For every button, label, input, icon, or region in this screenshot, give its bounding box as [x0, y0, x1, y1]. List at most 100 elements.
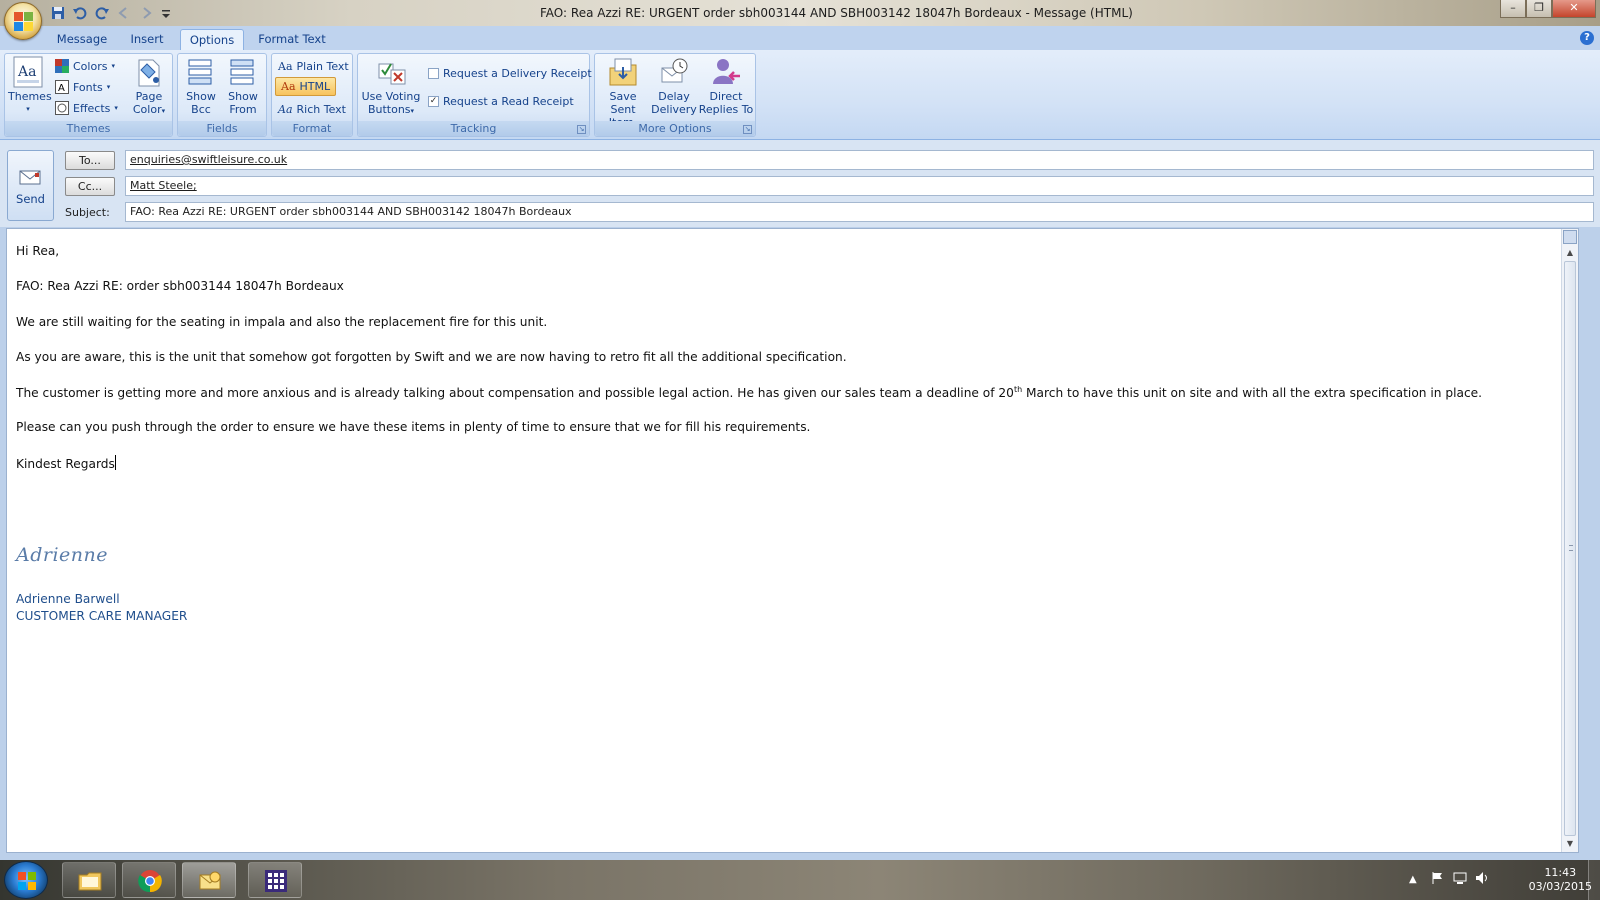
- html-format-button[interactable]: Aa HTML: [275, 77, 337, 96]
- tab-format-text[interactable]: Format Text: [252, 29, 332, 50]
- fields-group: Show Bcc Show From Fields: [177, 53, 267, 137]
- fonts-button[interactable]: A Fonts ▾: [55, 78, 110, 96]
- save-sent-item-button[interactable]: Save Sent Item▾: [597, 56, 649, 131]
- taskbar-chrome[interactable]: [122, 862, 176, 898]
- show-from-button[interactable]: Show From: [224, 56, 262, 116]
- redo-icon[interactable]: [94, 5, 110, 21]
- chrome-icon: [138, 869, 162, 893]
- themes-group-label: Themes: [5, 121, 172, 136]
- folder-icon: [78, 869, 102, 893]
- effects-button[interactable]: Effects ▾: [55, 99, 118, 117]
- quick-access-toolbar: [50, 4, 176, 22]
- outlook-icon: [198, 869, 222, 893]
- scroll-thumb[interactable]: [1564, 261, 1576, 836]
- page-color-icon: [133, 56, 165, 88]
- message-body[interactable]: Hi Rea, FAO: Rea Azzi RE: order sbh00314…: [6, 228, 1579, 853]
- to-field[interactable]: enquiries@swiftleisure.co.uk: [125, 150, 1594, 170]
- window-title: FAO: Rea Azzi RE: URGENT order sbh003144…: [540, 6, 1133, 20]
- office-button[interactable]: [4, 2, 42, 40]
- tab-options[interactable]: Options: [180, 29, 244, 50]
- themes-button[interactable]: Aa Themes ▾: [8, 56, 52, 116]
- help-icon[interactable]: ?: [1580, 31, 1594, 45]
- message-header: Send To... enquiries@swiftleisure.co.uk …: [0, 140, 1600, 227]
- cc-recipient[interactable]: Matt Steele;: [130, 179, 197, 192]
- taskbar: ▲ 11:43 03/03/2015: [0, 860, 1600, 900]
- taskbar-outlook[interactable]: [182, 862, 236, 898]
- save-icon[interactable]: [50, 5, 66, 21]
- body-line-2: We are still waiting for the seating in …: [16, 315, 548, 329]
- direct-replies-button[interactable]: Direct Replies To: [698, 56, 754, 116]
- office-logo-icon: [14, 12, 34, 32]
- page-color-button[interactable]: Page Color▾: [128, 56, 170, 118]
- scroll-up-icon[interactable]: ▲: [1565, 249, 1575, 257]
- taskbar-windows-explorer[interactable]: [62, 862, 116, 898]
- fonts-icon: A: [55, 80, 69, 94]
- ribbon: Aa Themes ▾ Colors ▾ A Fonts ▾ Effects ▾ Pa…: [0, 50, 1600, 140]
- rich-text-button[interactable]: Aa Rich Text: [278, 100, 346, 118]
- plain-text-button[interactable]: Aa Plain Text: [278, 57, 349, 75]
- body-line-5: Please can you push through the order to…: [16, 420, 811, 434]
- volume-icon[interactable]: [1475, 871, 1489, 888]
- show-hidden-icons-icon[interactable]: ▲: [1409, 874, 1417, 885]
- show-desktop-button[interactable]: [1588, 860, 1600, 900]
- html-format-icon: Aa: [281, 80, 296, 93]
- tracking-group-label: Tracking: [358, 121, 589, 136]
- tab-message[interactable]: Message: [50, 29, 114, 50]
- network-icon[interactable]: [1453, 871, 1467, 888]
- taskbar-other-app[interactable]: [248, 862, 302, 898]
- window-controls: – ❐ ✕: [1500, 0, 1596, 18]
- vertical-scrollbar[interactable]: ▲ ▼: [1561, 229, 1578, 852]
- delay-delivery-button[interactable]: Delay Delivery: [651, 56, 697, 116]
- read-receipt-option[interactable]: ✓ Request a Read Receipt: [428, 92, 574, 110]
- svg-text:A: A: [58, 83, 65, 94]
- themes-icon: Aa: [12, 56, 44, 88]
- format-group: Aa Plain Text Aa HTML Aa Rich Text Forma…: [271, 53, 353, 137]
- show-bcc-button[interactable]: Show Bcc: [182, 56, 220, 116]
- tracking-dialog-launcher-icon[interactable]: ↘: [577, 125, 586, 134]
- cc-button[interactable]: Cc...: [65, 177, 115, 196]
- ruler-toggle-icon[interactable]: [1563, 230, 1577, 244]
- next-item-icon[interactable]: [138, 5, 154, 21]
- customize-toolbar-icon[interactable]: [160, 5, 176, 21]
- close-button[interactable]: ✕: [1552, 0, 1596, 18]
- voting-icon: [375, 56, 407, 88]
- more-options-dialog-launcher-icon[interactable]: ↘: [743, 125, 752, 134]
- body-closing: Kindest Regards: [16, 455, 116, 471]
- signature-title: CUSTOMER CARE MANAGER: [16, 609, 188, 623]
- to-recipient[interactable]: enquiries@swiftleisure.co.uk: [130, 153, 287, 166]
- clock-date: 03/03/2015: [1528, 880, 1592, 893]
- body-greeting: Hi Rea,: [16, 244, 60, 258]
- more-options-group-label: More Options: [595, 121, 755, 136]
- clock[interactable]: 11:43 03/03/2015: [1529, 866, 1592, 894]
- app-grid-icon: [264, 869, 288, 893]
- title-bar: FAO: Rea Azzi RE: URGENT order sbh003144…: [0, 0, 1600, 26]
- colors-icon: [55, 59, 69, 73]
- signature-name: Adrienne Barwell: [16, 592, 120, 606]
- previous-item-icon[interactable]: [116, 5, 132, 21]
- effects-icon: [55, 101, 69, 115]
- action-center-flag-icon[interactable]: [1431, 871, 1445, 888]
- voting-buttons-button[interactable]: Use Voting Buttons▾: [360, 56, 422, 118]
- cc-field[interactable]: Matt Steele;: [125, 176, 1594, 196]
- to-button[interactable]: To...: [65, 151, 115, 170]
- start-button[interactable]: [4, 861, 48, 899]
- delay-delivery-icon: [658, 56, 690, 88]
- windows-logo-icon: [18, 872, 36, 890]
- minimize-button[interactable]: –: [1500, 0, 1526, 18]
- body-line-1: FAO: Rea Azzi RE: order sbh003144 18047h…: [16, 279, 344, 293]
- delivery-receipt-checkbox[interactable]: [428, 67, 439, 79]
- fields-group-label: Fields: [178, 121, 266, 136]
- subject-field[interactable]: FAO: Rea Azzi RE: URGENT order sbh003144…: [125, 202, 1594, 222]
- scroll-down-icon[interactable]: ▼: [1565, 840, 1575, 848]
- colors-button[interactable]: Colors ▾: [55, 57, 115, 75]
- text-caret: [114, 455, 116, 470]
- plain-text-icon: Aa: [278, 59, 293, 73]
- undo-icon[interactable]: [72, 5, 88, 21]
- body-line-4: The customer is getting more and more an…: [16, 385, 1483, 401]
- maximize-button[interactable]: ❐: [1526, 0, 1552, 18]
- read-receipt-checkbox[interactable]: ✓: [428, 95, 439, 107]
- tab-insert[interactable]: Insert: [120, 29, 174, 50]
- save-sent-item-icon: [607, 56, 639, 88]
- send-button[interactable]: Send: [7, 150, 54, 221]
- delivery-receipt-option[interactable]: Request a Delivery Receipt: [428, 64, 592, 82]
